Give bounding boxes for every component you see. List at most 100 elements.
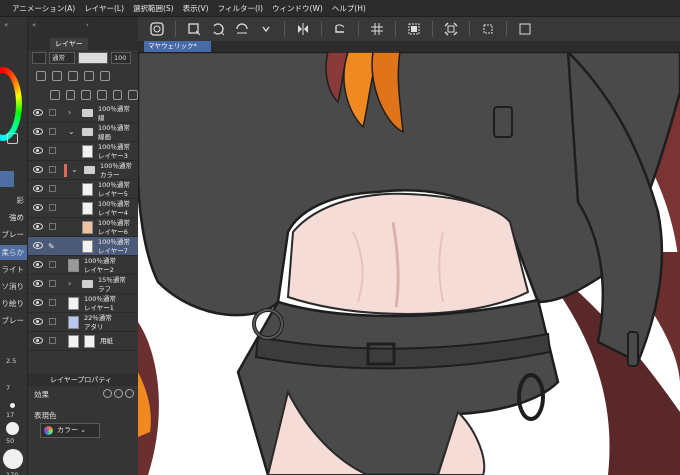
brush-item[interactable]: 強め bbox=[0, 210, 27, 225]
express-color-select[interactable]: カラー ⌄ bbox=[40, 423, 100, 438]
layer-row[interactable]: ⌄ 100％通常 線画 bbox=[28, 123, 138, 142]
menu-layer[interactable]: レイヤー(L) bbox=[84, 3, 124, 14]
layer-check[interactable] bbox=[49, 261, 56, 268]
current-color-swatch[interactable] bbox=[0, 171, 14, 187]
eye-icon[interactable] bbox=[33, 280, 43, 287]
menu-view[interactable]: 表示(V) bbox=[183, 3, 209, 14]
color-wheel[interactable] bbox=[0, 67, 22, 141]
eye-icon[interactable] bbox=[33, 261, 43, 268]
ruler-icon[interactable] bbox=[233, 20, 251, 38]
chevron-right-icon[interactable]: › bbox=[68, 279, 71, 288]
brush-item[interactable]: ソ消り bbox=[0, 279, 27, 294]
panel-collapse-icon[interactable]: « bbox=[32, 21, 36, 29]
layer-type-icon[interactable] bbox=[32, 52, 46, 64]
reference-icon[interactable] bbox=[68, 71, 78, 81]
new-raster-layer-icon[interactable] bbox=[50, 90, 60, 100]
layer-check[interactable] bbox=[49, 128, 56, 135]
color-effect-icon[interactable] bbox=[125, 389, 134, 398]
layer-check[interactable] bbox=[49, 318, 56, 325]
brush-size-dot[interactable] bbox=[6, 422, 19, 435]
lock-icon[interactable] bbox=[36, 71, 46, 81]
draft-icon[interactable] bbox=[84, 71, 94, 81]
layer-row[interactable]: ⌄ 100％通常 カラー bbox=[28, 161, 138, 180]
layer-row[interactable]: 100％通常 レイヤー4 bbox=[28, 199, 138, 218]
drawing-canvas[interactable] bbox=[138, 52, 680, 475]
brush-item[interactable]: り絵り bbox=[0, 296, 27, 311]
brush-item[interactable]: ブレー bbox=[0, 227, 27, 242]
eye-icon[interactable] bbox=[33, 318, 43, 325]
brush-item[interactable]: 彩 bbox=[0, 193, 27, 208]
eye-icon[interactable] bbox=[33, 166, 43, 173]
layer-check[interactable] bbox=[49, 185, 56, 192]
eye-icon[interactable] bbox=[33, 337, 43, 344]
layer-row[interactable]: 用紙 bbox=[28, 332, 138, 351]
layer-check[interactable] bbox=[49, 166, 56, 173]
new-folder-icon[interactable] bbox=[81, 90, 92, 100]
brush-item[interactable]: ブレー bbox=[0, 313, 27, 328]
flip-horizontal-icon[interactable] bbox=[294, 20, 312, 38]
menu-animation[interactable]: アニメーション(A) bbox=[12, 3, 75, 14]
delete-layer-icon[interactable] bbox=[128, 90, 139, 100]
mask-icon[interactable] bbox=[100, 71, 110, 81]
tone-effect-icon[interactable] bbox=[114, 389, 123, 398]
menu-window[interactable]: ウィンドウ(W) bbox=[272, 3, 323, 14]
layer-row[interactable]: 22％通常 アタリ bbox=[28, 313, 138, 332]
selection-launcher-icon[interactable] bbox=[185, 20, 203, 38]
chevron-down-icon[interactable]: ⌄ bbox=[71, 165, 78, 174]
crop-icon[interactable] bbox=[479, 20, 497, 38]
layer-row[interactable]: 100％通常 レイヤー5 bbox=[28, 180, 138, 199]
blend-mode-select[interactable]: 通常 bbox=[49, 52, 75, 64]
layer-check[interactable] bbox=[49, 147, 56, 154]
brush-item[interactable]: ライト bbox=[0, 262, 27, 277]
color-swap-icon[interactable] bbox=[7, 133, 18, 144]
chevron-down-icon[interactable]: ⌄ bbox=[68, 127, 75, 136]
eye-icon[interactable] bbox=[33, 204, 43, 211]
merge-layer-icon[interactable] bbox=[97, 90, 107, 100]
layer-check[interactable] bbox=[49, 280, 56, 287]
dropdown-chevron-icon[interactable] bbox=[257, 20, 275, 38]
brush-size-dot[interactable] bbox=[3, 449, 23, 469]
layer-check[interactable] bbox=[49, 223, 56, 230]
layer-check[interactable] bbox=[49, 204, 56, 211]
eye-icon[interactable] bbox=[33, 147, 43, 154]
frame-icon[interactable] bbox=[516, 20, 534, 38]
layer-row[interactable]: 100％通常 レイヤー6 bbox=[28, 218, 138, 237]
fit-to-screen-icon[interactable] bbox=[442, 20, 460, 38]
eye-icon[interactable] bbox=[33, 299, 43, 306]
document-tab[interactable]: マヤウェリック* bbox=[144, 41, 211, 52]
opacity-slider[interactable] bbox=[78, 52, 108, 64]
layer-row-selected[interactable]: ✎ 100％通常 レイヤー7 bbox=[28, 237, 138, 256]
eye-icon[interactable] bbox=[33, 242, 43, 249]
border-effect-icon[interactable] bbox=[103, 389, 112, 398]
tab-layer[interactable]: レイヤー bbox=[50, 38, 88, 50]
chevron-right-icon[interactable]: › bbox=[68, 108, 71, 117]
transparent-view-icon[interactable] bbox=[405, 20, 423, 38]
lasso-icon[interactable] bbox=[148, 20, 166, 38]
mask-add-icon[interactable] bbox=[112, 90, 123, 100]
collapse-arrows-icon[interactable]: « bbox=[4, 21, 24, 29]
brush-size-dot[interactable] bbox=[10, 403, 15, 408]
grid-icon[interactable] bbox=[368, 20, 386, 38]
panel-arrow-icon[interactable]: ‹ bbox=[86, 21, 89, 29]
menu-help[interactable]: ヘルプ(H) bbox=[332, 3, 366, 14]
menu-selection[interactable]: 選択範囲(S) bbox=[133, 3, 174, 14]
eye-icon[interactable] bbox=[33, 128, 43, 135]
layer-check[interactable] bbox=[49, 337, 56, 344]
eye-icon[interactable] bbox=[33, 185, 43, 192]
layer-check[interactable] bbox=[49, 109, 56, 116]
menu-filter[interactable]: フィルター(I) bbox=[218, 3, 263, 14]
opacity-value[interactable]: 100 bbox=[111, 52, 131, 64]
brush-item-selected[interactable]: 柔らか bbox=[0, 245, 27, 260]
layer-row[interactable]: › 15％通常 ラフ bbox=[28, 275, 138, 294]
eye-icon[interactable] bbox=[33, 109, 43, 116]
layer-check[interactable] bbox=[49, 299, 56, 306]
rotate-reset-icon[interactable] bbox=[331, 20, 349, 38]
new-vector-layer-icon[interactable] bbox=[65, 90, 76, 100]
eye-icon[interactable] bbox=[33, 223, 43, 230]
layer-row[interactable]: 100％通常 レイヤー3 bbox=[28, 142, 138, 161]
clip-icon[interactable] bbox=[52, 71, 62, 81]
layer-row[interactable]: 100％通常 レイヤー1 bbox=[28, 294, 138, 313]
layer-row[interactable]: 100％通常 レイヤー2 bbox=[28, 256, 138, 275]
transform-icon[interactable] bbox=[209, 20, 227, 38]
layer-row[interactable]: › 100％通常線 bbox=[28, 104, 138, 123]
